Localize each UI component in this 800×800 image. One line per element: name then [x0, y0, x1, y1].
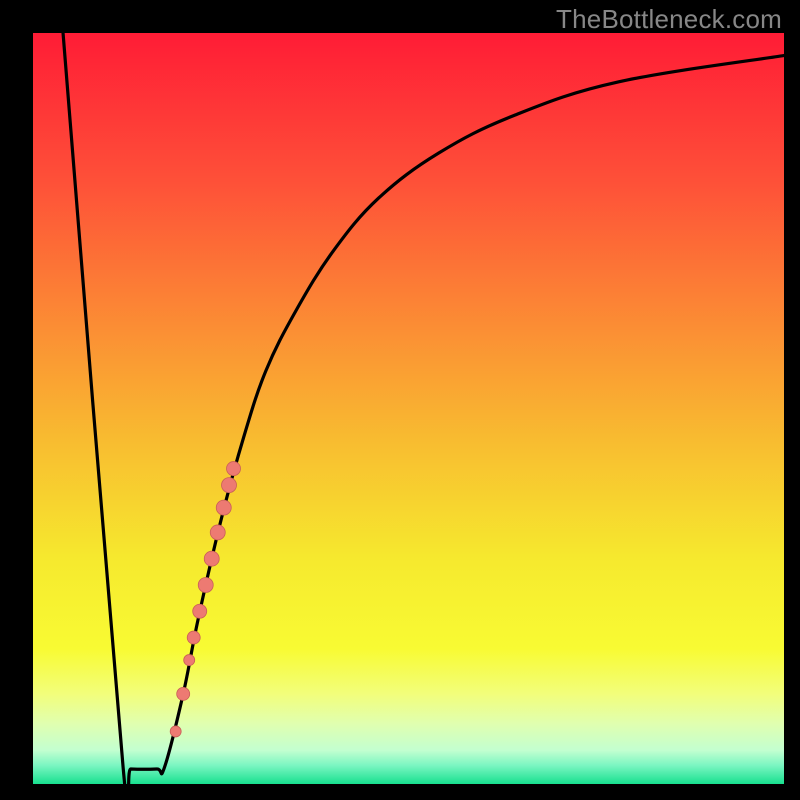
- data-marker: [198, 577, 213, 592]
- gradient-background: [33, 33, 784, 784]
- data-marker: [193, 604, 207, 618]
- chart-frame: TheBottleneck.com: [0, 0, 800, 800]
- data-marker: [227, 462, 241, 476]
- data-marker: [210, 525, 225, 540]
- data-marker: [204, 551, 219, 566]
- data-marker: [216, 500, 231, 515]
- chart-svg: [33, 33, 784, 784]
- plot-area: [33, 33, 784, 784]
- watermark-text: TheBottleneck.com: [556, 4, 782, 35]
- data-marker: [184, 655, 195, 666]
- data-marker: [187, 631, 200, 644]
- data-marker: [177, 687, 190, 700]
- data-marker: [222, 478, 237, 493]
- data-marker: [170, 726, 181, 737]
